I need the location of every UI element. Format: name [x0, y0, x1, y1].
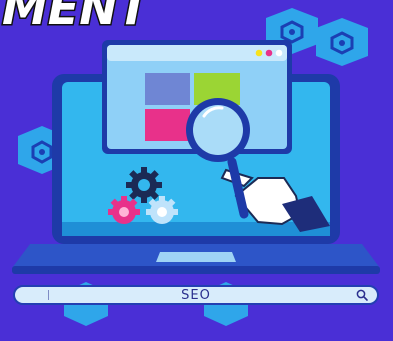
page-title: MENT	[1, 0, 155, 37]
touchpad	[156, 252, 236, 262]
gear-icon	[126, 167, 162, 203]
content-tile	[145, 109, 190, 141]
content-tile	[145, 73, 190, 105]
window-dots	[255, 49, 283, 57]
search-icon[interactable]	[355, 288, 369, 302]
search-input-value: SEO	[181, 288, 211, 303]
svg-text:MENT: MENT	[2, 0, 153, 35]
hexagon-badge-icon	[316, 18, 368, 66]
seo-illustration: MENT SEO	[0, 0, 393, 341]
search-input[interactable]: SEO	[13, 285, 379, 305]
